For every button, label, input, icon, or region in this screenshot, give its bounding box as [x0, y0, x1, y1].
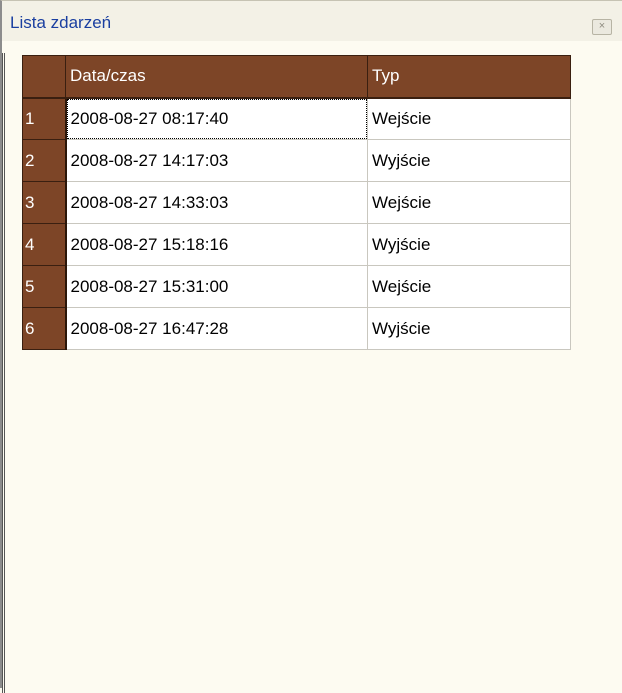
cell-datetime[interactable]: 2008-08-27 14:33:03 — [65, 181, 368, 224]
cell-datetime[interactable]: 2008-08-27 16:47:28 — [65, 307, 368, 350]
close-button[interactable]: × — [592, 19, 612, 35]
window-title: Lista zdarzeń — [10, 13, 112, 32]
events-table: Data/czas Typ 1 2008-08-27 08:17:40 Wejś… — [22, 55, 571, 350]
cell-type[interactable]: Wejście — [367, 181, 571, 224]
cell-datetime[interactable]: 2008-08-27 08:17:40 — [65, 97, 368, 140]
table-row[interactable]: 1 2008-08-27 08:17:40 Wejście — [22, 97, 571, 140]
cell-type[interactable]: Wejście — [367, 265, 571, 308]
table-row[interactable]: 2 2008-08-27 14:17:03 Wyjście — [22, 139, 571, 182]
header-corner[interactable] — [22, 55, 66, 99]
table-row[interactable]: 3 2008-08-27 14:33:03 Wejście — [22, 181, 571, 224]
row-number[interactable]: 4 — [22, 223, 67, 266]
event-list-window: Lista zdarzeń × Data/czas Typ 1 2008-08-… — [0, 0, 622, 693]
row-number[interactable]: 6 — [22, 307, 67, 350]
close-icon: × — [598, 20, 606, 32]
row-number[interactable]: 1 — [22, 97, 67, 140]
row-number[interactable]: 3 — [22, 181, 67, 224]
table-row[interactable]: 5 2008-08-27 15:31:00 Wejście — [22, 265, 571, 308]
column-header-datetime[interactable]: Data/czas — [65, 55, 368, 99]
cell-type[interactable]: Wyjście — [367, 223, 571, 266]
cell-type[interactable]: Wyjście — [367, 307, 571, 350]
table-row[interactable]: 6 2008-08-27 16:47:28 Wyjście — [22, 307, 571, 350]
row-number[interactable]: 2 — [22, 139, 67, 182]
cell-datetime[interactable]: 2008-08-27 15:18:16 — [65, 223, 368, 266]
cell-datetime[interactable]: 2008-08-27 14:17:03 — [65, 139, 368, 182]
cell-datetime[interactable]: 2008-08-27 15:31:00 — [65, 265, 368, 308]
titlebar: Lista zdarzeń × — [2, 1, 622, 41]
cell-type[interactable]: Wejście — [367, 97, 571, 140]
cell-type[interactable]: Wyjście — [367, 139, 571, 182]
table-row[interactable]: 4 2008-08-27 15:18:16 Wyjście — [22, 223, 571, 266]
row-number[interactable]: 5 — [22, 265, 67, 308]
table-header-row: Data/czas Typ — [22, 55, 571, 99]
column-header-type[interactable]: Typ — [367, 55, 571, 99]
